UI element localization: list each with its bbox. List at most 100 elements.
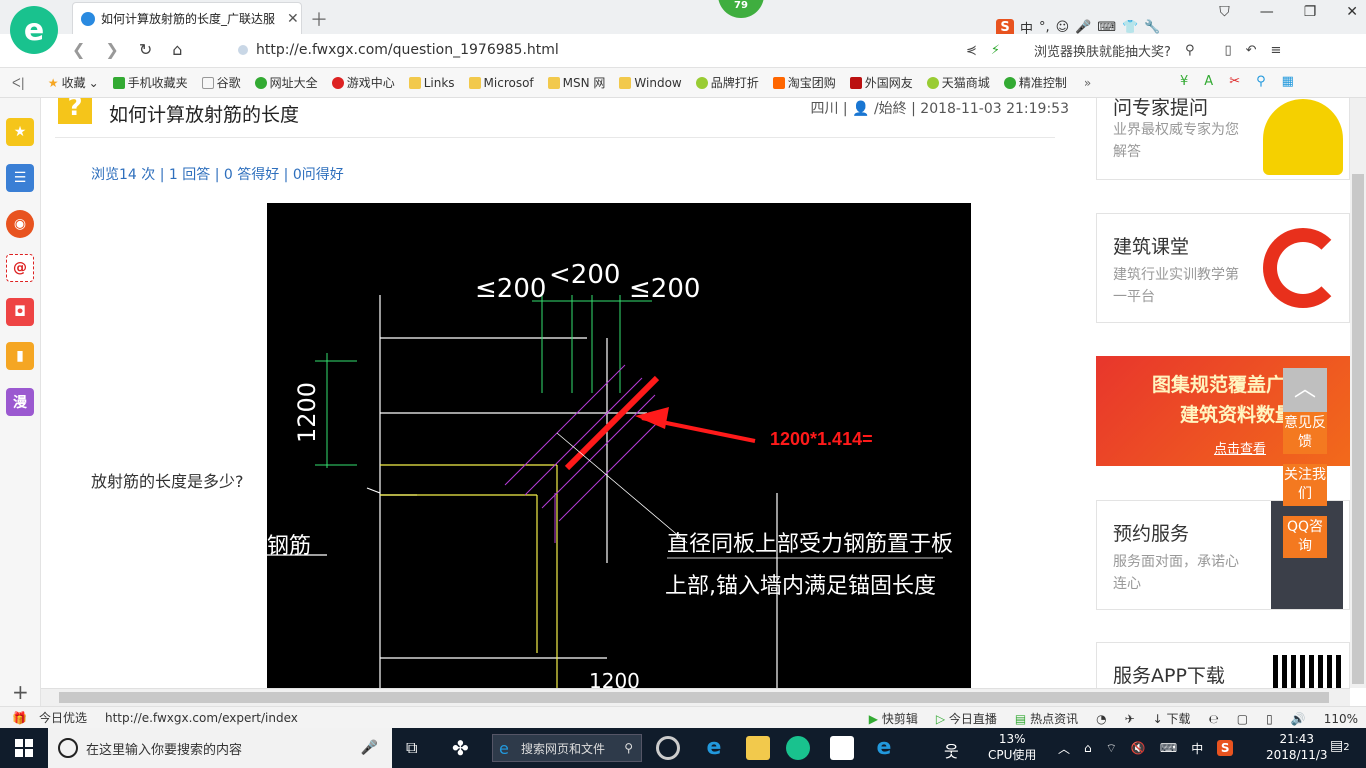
volume-icon[interactable]: 🔊: [1291, 712, 1306, 726]
expert-card[interactable]: 问专家提问 业界最权威专家为您解答: [1096, 98, 1350, 180]
qq-consult-button[interactable]: QQ咨询: [1283, 516, 1327, 558]
bookmark-item[interactable]: 游戏中心: [327, 74, 400, 91]
punct-icon[interactable]: °,: [1039, 20, 1050, 35]
status-item[interactable]: ▷ 今日直播: [936, 710, 997, 727]
app-download-card[interactable]: 服务APP下载: [1096, 642, 1350, 688]
menu-icon[interactable]: ≡: [1271, 43, 1282, 58]
new-tab-button[interactable]: ＋: [310, 6, 328, 32]
wifi-icon[interactable]: ⌔: [1106, 741, 1117, 756]
undo-icon[interactable]: ↶: [1246, 43, 1257, 58]
promo-text[interactable]: 浏览器换肤就能抽大奖?: [1034, 41, 1171, 60]
emoji-icon[interactable]: ☺: [1056, 20, 1070, 35]
windows-start-icon[interactable]: [0, 728, 48, 768]
building-class-card[interactable]: 建筑课堂 建筑行业实训教学第一平台: [1096, 213, 1350, 323]
action-center-icon[interactable]: ▤2: [1330, 738, 1350, 754]
apps-icon[interactable]: ☰: [6, 164, 34, 192]
bookmark-item[interactable]: 品牌打折: [691, 74, 764, 91]
tools-icon[interactable]: 🔧: [1144, 20, 1160, 35]
notification-badge[interactable]: 79: [718, 0, 764, 18]
ie-icon[interactable]: e: [702, 736, 726, 760]
weibo-icon[interactable]: ◉: [6, 210, 34, 238]
grid-icon[interactable]: ▦: [1282, 74, 1294, 89]
edge-icon[interactable]: e: [872, 736, 896, 760]
gift-icon[interactable]: 🎁: [12, 711, 27, 725]
close-tab-icon[interactable]: ✕: [287, 11, 299, 27]
browser-logo-icon[interactable]: e: [10, 6, 58, 54]
browser-tab[interactable]: 如何计算放射筋的长度_广联达服 ✕: [72, 2, 302, 34]
sogou-tray-icon[interactable]: S: [1217, 740, 1234, 756]
speed-icon[interactable]: ◔: [1096, 712, 1106, 726]
close-window-icon[interactable]: ✕: [1346, 4, 1358, 20]
mail-app-icon[interactable]: [830, 736, 854, 760]
forward-icon[interactable]: ❯: [105, 40, 118, 59]
game-icon[interactable]: ◘: [6, 298, 34, 326]
web-search-box[interactable]: e 搜索网页和文件 ⚲: [492, 734, 642, 762]
yuan-icon[interactable]: ¥: [1180, 74, 1188, 89]
screenshot-icon[interactable]: ▯: [1266, 712, 1273, 726]
zoom-level[interactable]: 110%: [1324, 712, 1358, 726]
banner-link[interactable]: 点击查看: [1214, 438, 1266, 457]
add-sidebar-icon[interactable]: +: [12, 680, 29, 704]
vertical-scrollbar[interactable]: [1350, 98, 1366, 688]
mic-icon[interactable]: 🎤: [1075, 20, 1091, 35]
cortana-search-box[interactable]: 在这里输入你要搜索的内容 🎤: [48, 728, 392, 768]
share-icon[interactable]: ⋞: [966, 43, 977, 58]
pinwheel-icon[interactable]: ✤: [452, 736, 469, 760]
author-link[interactable]: /始終: [874, 101, 907, 117]
magnifier-icon[interactable]: ⚲: [1256, 74, 1266, 89]
sidebar-toggle-icon[interactable]: ᐸ|: [12, 76, 25, 90]
status-item[interactable]: ↓ 下载: [1153, 710, 1191, 727]
browser-taskbar-icon[interactable]: [786, 736, 810, 760]
window-mode-icon[interactable]: ▢: [1237, 712, 1248, 726]
tray-app-icon[interactable]: ⌂: [1084, 741, 1092, 755]
back-icon[interactable]: ❮: [72, 40, 85, 59]
reload-icon[interactable]: ↻: [139, 40, 152, 59]
microphone-icon[interactable]: 🎤: [361, 740, 378, 756]
bookmark-item[interactable]: 精准控制: [999, 74, 1072, 91]
url-field[interactable]: http://e.fwxgx.com/question_1976985.html: [238, 42, 559, 58]
search-icon[interactable]: ⚲: [1185, 43, 1195, 58]
chrome-like-icon[interactable]: [656, 736, 680, 760]
system-clock[interactable]: 21:43 2018/11/3: [1266, 731, 1328, 763]
scroll-thumb[interactable]: [1352, 174, 1364, 684]
bolt-icon[interactable]: ⚡: [991, 43, 1000, 58]
bookmark-folder[interactable]: Microsof: [464, 76, 539, 90]
status-item[interactable]: ▶ 快剪辑: [869, 710, 918, 727]
task-view-icon[interactable]: ⧉: [406, 738, 417, 758]
feedback-button[interactable]: 意见反馈: [1283, 412, 1327, 454]
file-explorer-icon[interactable]: [746, 736, 770, 760]
horizontal-scrollbar[interactable]: [41, 688, 1350, 706]
status-item[interactable]: ▤ 热点资讯: [1015, 710, 1078, 727]
ie-mode-icon[interactable]: ℮: [1209, 712, 1219, 726]
region-text[interactable]: 四川 |: [810, 101, 852, 117]
pin-icon[interactable]: ✈: [1125, 712, 1135, 726]
translate-icon[interactable]: A: [1204, 74, 1213, 89]
restore-icon[interactable]: ❐: [1304, 4, 1317, 20]
star-icon[interactable]: ★: [6, 118, 34, 146]
tray-up-icon[interactable]: ︿: [1058, 740, 1070, 757]
skin-button-icon[interactable]: ⛉: [1219, 4, 1230, 20]
mute-icon[interactable]: 🔇: [1131, 741, 1146, 755]
people-icon[interactable]: 웃: [944, 738, 959, 762]
home-icon[interactable]: ⌂: [172, 40, 182, 59]
back-to-top-button[interactable]: ︿: [1283, 368, 1327, 412]
minimize-icon[interactable]: —: [1260, 4, 1274, 20]
book-icon[interactable]: ▮: [6, 342, 34, 370]
bookmark-folder[interactable]: MSN 网: [543, 74, 611, 91]
bookmark-folder[interactable]: Window: [614, 76, 686, 90]
cpu-meter[interactable]: 13% CPU使用: [988, 731, 1036, 763]
bookmark-item[interactable]: 网址大全: [250, 74, 323, 91]
bookmark-item[interactable]: 外国网友: [845, 74, 918, 91]
follow-button[interactable]: 关注我们: [1283, 464, 1327, 506]
bookmark-item[interactable]: 手机收藏夹: [108, 74, 193, 91]
more-bookmarks-icon[interactable]: »: [1084, 76, 1091, 90]
bookmark-item[interactable]: 淘宝团购: [768, 74, 841, 91]
scissors-icon[interactable]: ✂: [1229, 74, 1240, 89]
bookmark-item[interactable]: 谷歌: [197, 74, 246, 91]
bookmark-folder[interactable]: Links: [404, 76, 460, 90]
keyboard-icon[interactable]: ⌨: [1097, 20, 1116, 35]
bookmark-item[interactable]: ★ 收藏 ⌄: [43, 74, 104, 91]
mail-icon[interactable]: @: [6, 254, 34, 282]
keyboard-icon[interactable]: ⌨: [1160, 741, 1177, 755]
scroll-thumb[interactable]: [59, 692, 1329, 703]
